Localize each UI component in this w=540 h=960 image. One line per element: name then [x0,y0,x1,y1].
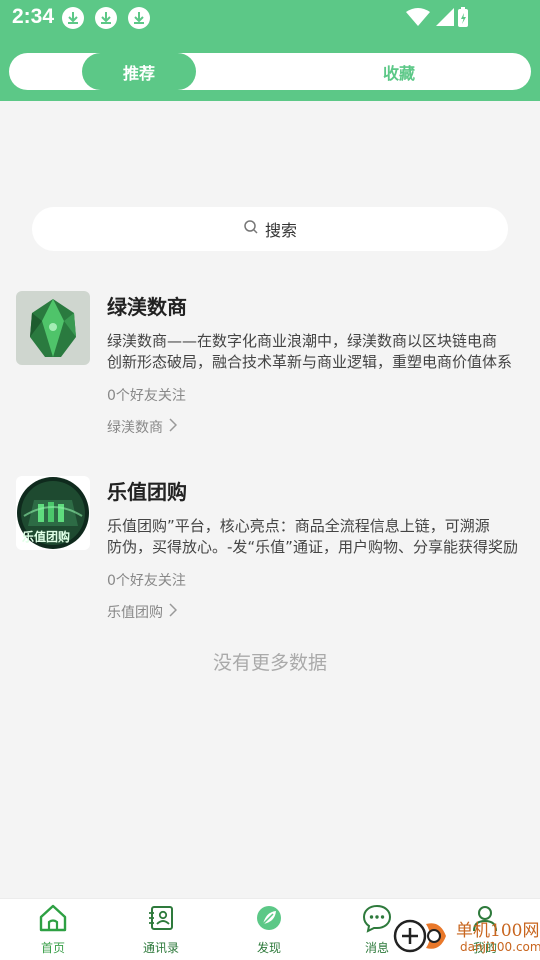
item-link[interactable]: 乐值团购 [107,602,178,622]
watermark-text: 单机100网 [456,921,540,941]
thumbnail-caption: 乐值团购 [22,530,71,544]
item-title: 绿渼数商 [107,295,187,319]
chevron-right-icon [169,418,178,436]
item-link-label: 绿渼数商 [107,420,163,436]
watermark: 单机100网 danji100.com [390,912,540,960]
nav-label: 通讯录 [142,941,179,955]
watermark-url: danji100.com [460,940,540,954]
nav-contacts[interactable]: 通讯录 [121,903,201,956]
item-title: 乐值团购 [107,480,187,504]
list-item[interactable]: 乐值团购 乐值团购 乐值团购”平台，核心亮点：商品全流程信息上链，可溯源 防伪，… [0,472,540,632]
item-description: 乐值团购”平台，核心亮点：商品全流程信息上链，可溯源 防伪，买得放心。-发“乐值… [107,516,519,558]
list-item[interactable]: 绿渼数商 绿渼数商——在数字化商业浪潮中，绿渼数商以区块链电商 创新形态破局，融… [0,287,540,447]
download-icon [128,7,150,29]
item-followers: 0个好友关注 [107,388,186,404]
download-icon [62,7,84,29]
status-bar: 2:34 [0,0,540,36]
item-description-line: 创新形态破局，融合技术革新与商业逻辑，重塑电商价值体系 [107,353,513,371]
tab-favorites[interactable]: 收藏 [349,53,449,90]
item-description-line: 绿渼数商——在数字化商业浪潮中，绿渼数商以区块链电商 [107,332,498,350]
item-description-line: 乐值团购”平台，核心亮点：商品全流程信息上链，可溯源 [107,517,490,535]
nav-home[interactable]: 首页 [13,903,93,956]
home-icon [38,903,68,937]
app-header: 2:34 推荐 收藏 [0,0,540,101]
item-link-label: 乐值团购 [107,605,163,621]
message-icon [362,903,392,937]
nav-label: 发现 [256,941,281,955]
tab-recommend[interactable]: 推荐 [82,53,196,90]
system-icons [406,6,502,34]
tab-bar: 推荐 收藏 [9,53,531,90]
search-bar[interactable]: 搜索 [32,207,508,251]
item-thumbnail: 乐值团购 [16,476,90,550]
wifi-icon [406,8,430,26]
download-icon [95,7,117,29]
watermark-logo-icon [390,916,452,960]
signal-icon [436,8,454,26]
search-label: 搜索 [264,221,297,240]
item-followers: 0个好友关注 [107,573,186,589]
chevron-right-icon [169,603,178,621]
item-description-line: 防伪，买得放心。-发“乐值”通证，用户购物、分享能获得奖励 [107,538,518,556]
item-description: 绿渼数商——在数字化商业浪潮中，绿渼数商以区块链电商 创新形态破局，融合技术革新… [107,331,519,373]
nav-label: 消息 [364,941,389,955]
item-link[interactable]: 绿渼数商 [107,417,178,437]
discover-icon [254,903,284,937]
battery-icon [458,7,468,27]
contacts-icon [146,903,176,937]
nav-discover[interactable]: 发现 [229,903,309,956]
search-icon [243,219,259,239]
item-thumbnail [16,291,90,365]
no-more-data-text: 没有更多数据 [212,652,327,674]
nav-label: 首页 [40,941,65,955]
status-time: 2:34 [12,5,55,28]
